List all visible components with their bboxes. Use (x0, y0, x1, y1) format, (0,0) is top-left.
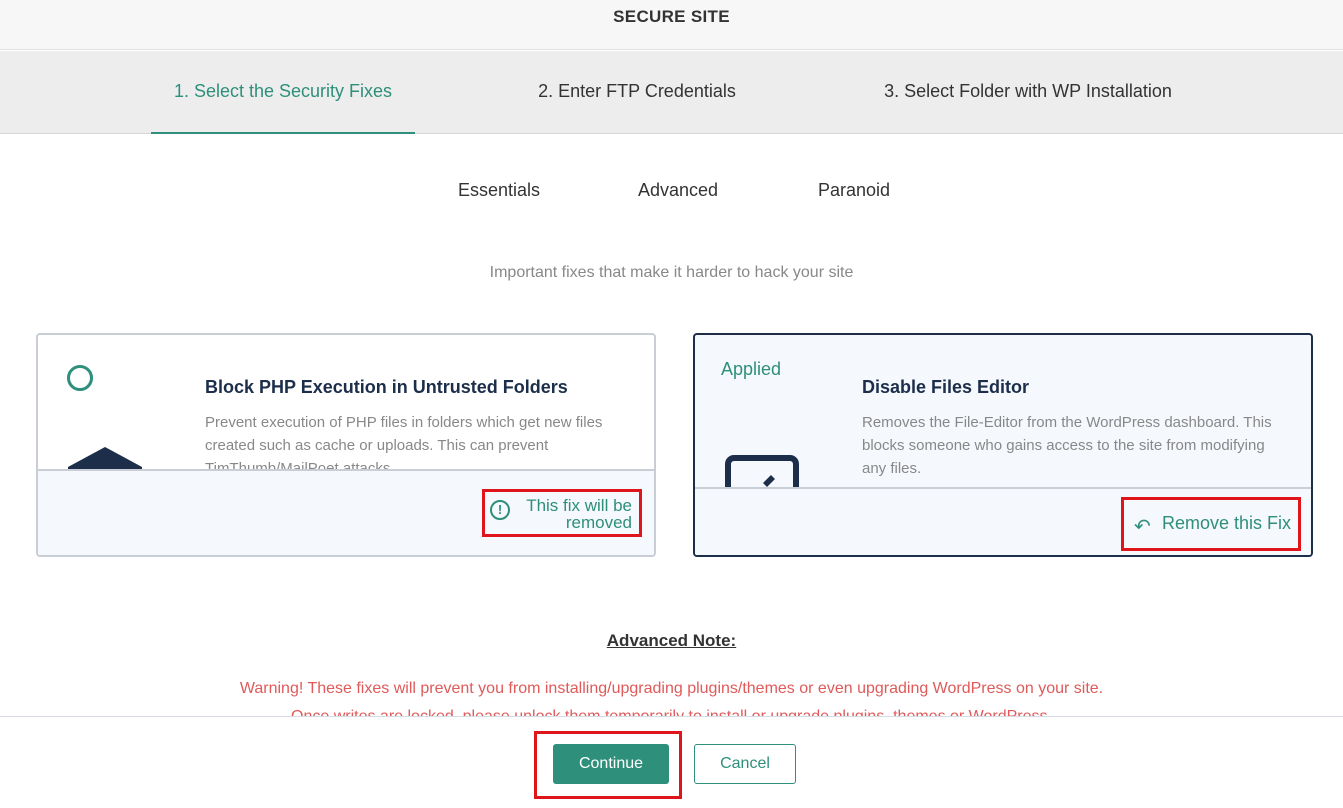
tab-essentials[interactable]: Essentials (458, 180, 540, 201)
card-footer: ! This fix will be removed (38, 469, 654, 555)
card-footer: ↶ Remove this Fix (695, 487, 1311, 555)
card-title: Block PHP Execution in Untrusted Folders (205, 377, 568, 397)
applied-badge: Applied (721, 359, 782, 379)
removal-notice: ! This fix will be removed (482, 489, 642, 537)
card-description: Removes the File-Editor from the WordPre… (862, 414, 1272, 477)
tab-advanced[interactable]: Advanced (638, 180, 718, 201)
remove-fix-button[interactable]: ↶ Remove this Fix (1121, 497, 1301, 551)
file-editor-icon (725, 455, 799, 487)
fix-level-tabs: Essentials Advanced Paranoid (0, 180, 1343, 206)
cancel-button[interactable]: Cancel (694, 744, 796, 784)
wizard-steps: 1. Select the Security Fixes 2. Enter FT… (0, 51, 1343, 134)
fix-card-disable-files-editor[interactable]: Applied Disable Files Editor Removes the… (693, 333, 1313, 557)
step-select-security-fixes[interactable]: 1. Select the Security Fixes (151, 51, 415, 134)
section-subtitle: Important fixes that make it harder to h… (489, 264, 854, 281)
card-title: Disable Files Editor (862, 377, 1030, 397)
undo-icon: ↶ (1134, 516, 1151, 538)
removal-notice-text: This fix will be removed (526, 496, 632, 532)
step-select-wp-folder[interactable]: 3. Select Folder with WP Installation (860, 51, 1196, 134)
card-body: Block PHP Execution in Untrusted Folders… (38, 335, 654, 469)
advanced-warning-text: Warning! These fixes will prevent you fr… (239, 680, 1104, 697)
remove-fix-label: Remove this Fix (1162, 513, 1292, 533)
advanced-note-heading: Advanced Note: (606, 631, 737, 650)
step-enter-ftp-credentials[interactable]: 2. Enter FTP Credentials (520, 51, 754, 134)
card-body: Applied Disable Files Editor Removes the… (695, 335, 1311, 487)
fix-card-block-php[interactable]: Block PHP Execution in Untrusted Folders… (36, 333, 656, 557)
select-radio[interactable] (67, 365, 93, 391)
modal-title: SECURE SITE (613, 7, 730, 26)
tab-paranoid[interactable]: Paranoid (818, 180, 890, 201)
card-description: Prevent execution of PHP files in folder… (205, 414, 603, 469)
shield-icon (68, 447, 142, 469)
continue-button[interactable]: Continue (553, 744, 669, 784)
continue-highlight: Continue (534, 731, 682, 799)
modal-footer: Continue Cancel (0, 716, 1343, 808)
exclamation-icon: ! (490, 500, 510, 520)
modal-title-bar: SECURE SITE (0, 0, 1343, 50)
